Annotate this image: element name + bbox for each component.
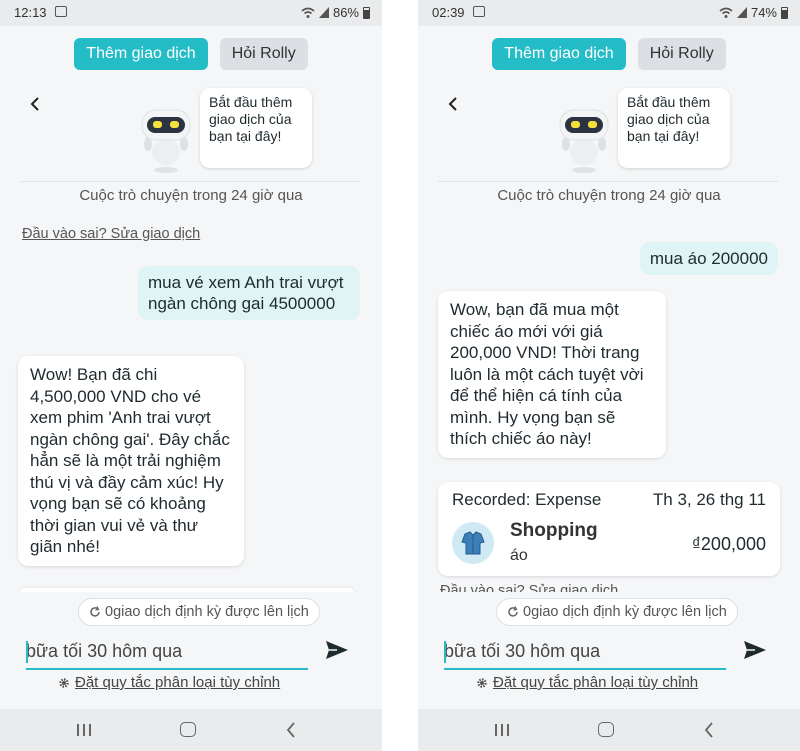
transaction-date: Th 3, 26 thg 11 (652, 490, 766, 509)
status-icons: 86% (301, 5, 370, 20)
robot-mascot-icon (141, 109, 191, 173)
custom-rules-label: Đặt quy tắc phân loại tùy chỉnh (75, 674, 281, 691)
system-nav-bar (0, 709, 382, 751)
transaction-note: áo (510, 547, 528, 564)
back-arrow-icon[interactable] (446, 96, 460, 112)
refresh-icon (90, 606, 100, 617)
refresh-icon (508, 606, 518, 617)
status-bar: 02:39 74% (418, 0, 800, 26)
transaction-category: Shopping (510, 520, 598, 541)
status-bar: 12:13 86% (0, 0, 382, 26)
transaction-type: Recorded: Expense (452, 490, 602, 509)
fix-transaction-link[interactable]: Đầu vào sai? Sửa giao dịch (440, 583, 618, 592)
custom-rules-link[interactable]: Đặt quy tắc phân loại tùy chỉnh (58, 674, 280, 691)
message-list[interactable]: mua áo 200000 Wow, bạn đã mua một chiếc … (418, 210, 800, 592)
text-cursor (26, 641, 28, 663)
ai-message: Wow, bạn đã mua một chiếc áo mới với giá… (438, 291, 666, 458)
tab-ask-rolly[interactable]: Hỏi Rolly (637, 38, 726, 70)
custom-rules-label: Đặt quy tắc phân loại tùy chỉnh (493, 674, 699, 691)
signal-icon (318, 7, 329, 18)
message-list[interactable]: Đầu vào sai? Sửa giao dịch mua vé xem An… (0, 210, 382, 592)
message-input-row (444, 636, 726, 670)
custom-rules-link[interactable]: Đặt quy tắc phân loại tùy chỉnh (476, 674, 698, 691)
status-time: 12:13 (14, 5, 47, 20)
message-input[interactable] (26, 636, 308, 666)
user-message: mua vé xem Anh trai vượt ngàn chông gai … (138, 266, 360, 320)
recent-apps-icon[interactable] (76, 723, 92, 737)
bot-greeting: Bắt đầu thêm giao dịch của bạn tại đây! (618, 88, 730, 168)
gear-icon (59, 677, 69, 688)
battery-percent: 74% (750, 5, 777, 20)
recurring-transactions-chip[interactable]: 0giao dịch định kỳ được lên lịch (78, 598, 320, 626)
robot-mascot-icon (559, 109, 609, 173)
nav-back-icon[interactable] (704, 722, 714, 738)
message-input[interactable] (444, 636, 726, 666)
image-notification-icon (55, 6, 67, 17)
top-tabs: Thêm giao dịch Hỏi Rolly (418, 38, 800, 70)
phone-screen-right: 02:39 74% Thêm giao dịch Hỏi Rolly Bắt đ… (418, 0, 800, 751)
battery-icon (781, 6, 788, 19)
phone-screen-left: 12:13 86% Thêm giao dịch Hỏi Rolly Bắt đ… (0, 0, 382, 751)
status-time: 02:39 (432, 5, 465, 20)
gear-icon (477, 677, 487, 688)
recurring-label: 0giao dịch định kỳ được lên lịch (105, 604, 309, 620)
top-tabs: Thêm giao dịch Hỏi Rolly (0, 38, 382, 70)
system-nav-bar (418, 709, 800, 751)
tab-ask-rolly[interactable]: Hỏi Rolly (219, 38, 308, 70)
shirt-icon (452, 522, 494, 564)
fix-transaction-link[interactable]: Đầu vào sai? Sửa giao dịch (22, 226, 200, 242)
history-label: Cuộc trò chuyện trong 24 giờ qua (497, 187, 721, 204)
status-icons: 74% (719, 5, 788, 20)
image-notification-icon (473, 6, 485, 17)
transaction-amount: ₫200,000 (691, 534, 766, 554)
tab-add-transaction[interactable]: Thêm giao dịch (74, 38, 208, 70)
wifi-icon (719, 7, 733, 18)
wifi-icon (301, 7, 315, 18)
home-icon[interactable] (180, 722, 196, 737)
text-cursor (444, 641, 446, 663)
recent-apps-icon[interactable] (494, 723, 510, 737)
divider (438, 181, 778, 182)
battery-icon (363, 6, 370, 19)
transaction-card[interactable]: Recorded: Expense Th 3, 26 thg 11 Shoppi… (438, 482, 780, 576)
bot-greeting: Bắt đầu thêm giao dịch của bạn tại đây! (200, 88, 312, 168)
signal-icon (736, 7, 747, 18)
divider (20, 181, 360, 182)
message-input-row (26, 636, 308, 670)
home-icon[interactable] (598, 722, 614, 737)
transaction-card-partial (18, 588, 356, 592)
nav-back-icon[interactable] (286, 722, 296, 738)
recurring-label: 0giao dịch định kỳ được lên lịch (523, 604, 727, 620)
battery-percent: 86% (332, 5, 359, 20)
send-icon[interactable] (325, 640, 349, 660)
send-icon[interactable] (743, 640, 767, 660)
history-label: Cuộc trò chuyện trong 24 giờ qua (79, 187, 303, 204)
user-message: mua áo 200000 (639, 242, 778, 275)
ai-message: Wow! Bạn đã chi 4,500,000 VND cho vé xem… (18, 356, 244, 566)
recurring-transactions-chip[interactable]: 0giao dịch định kỳ được lên lịch (496, 598, 738, 626)
tab-add-transaction[interactable]: Thêm giao dịch (492, 38, 626, 70)
back-arrow-icon[interactable] (28, 96, 42, 112)
